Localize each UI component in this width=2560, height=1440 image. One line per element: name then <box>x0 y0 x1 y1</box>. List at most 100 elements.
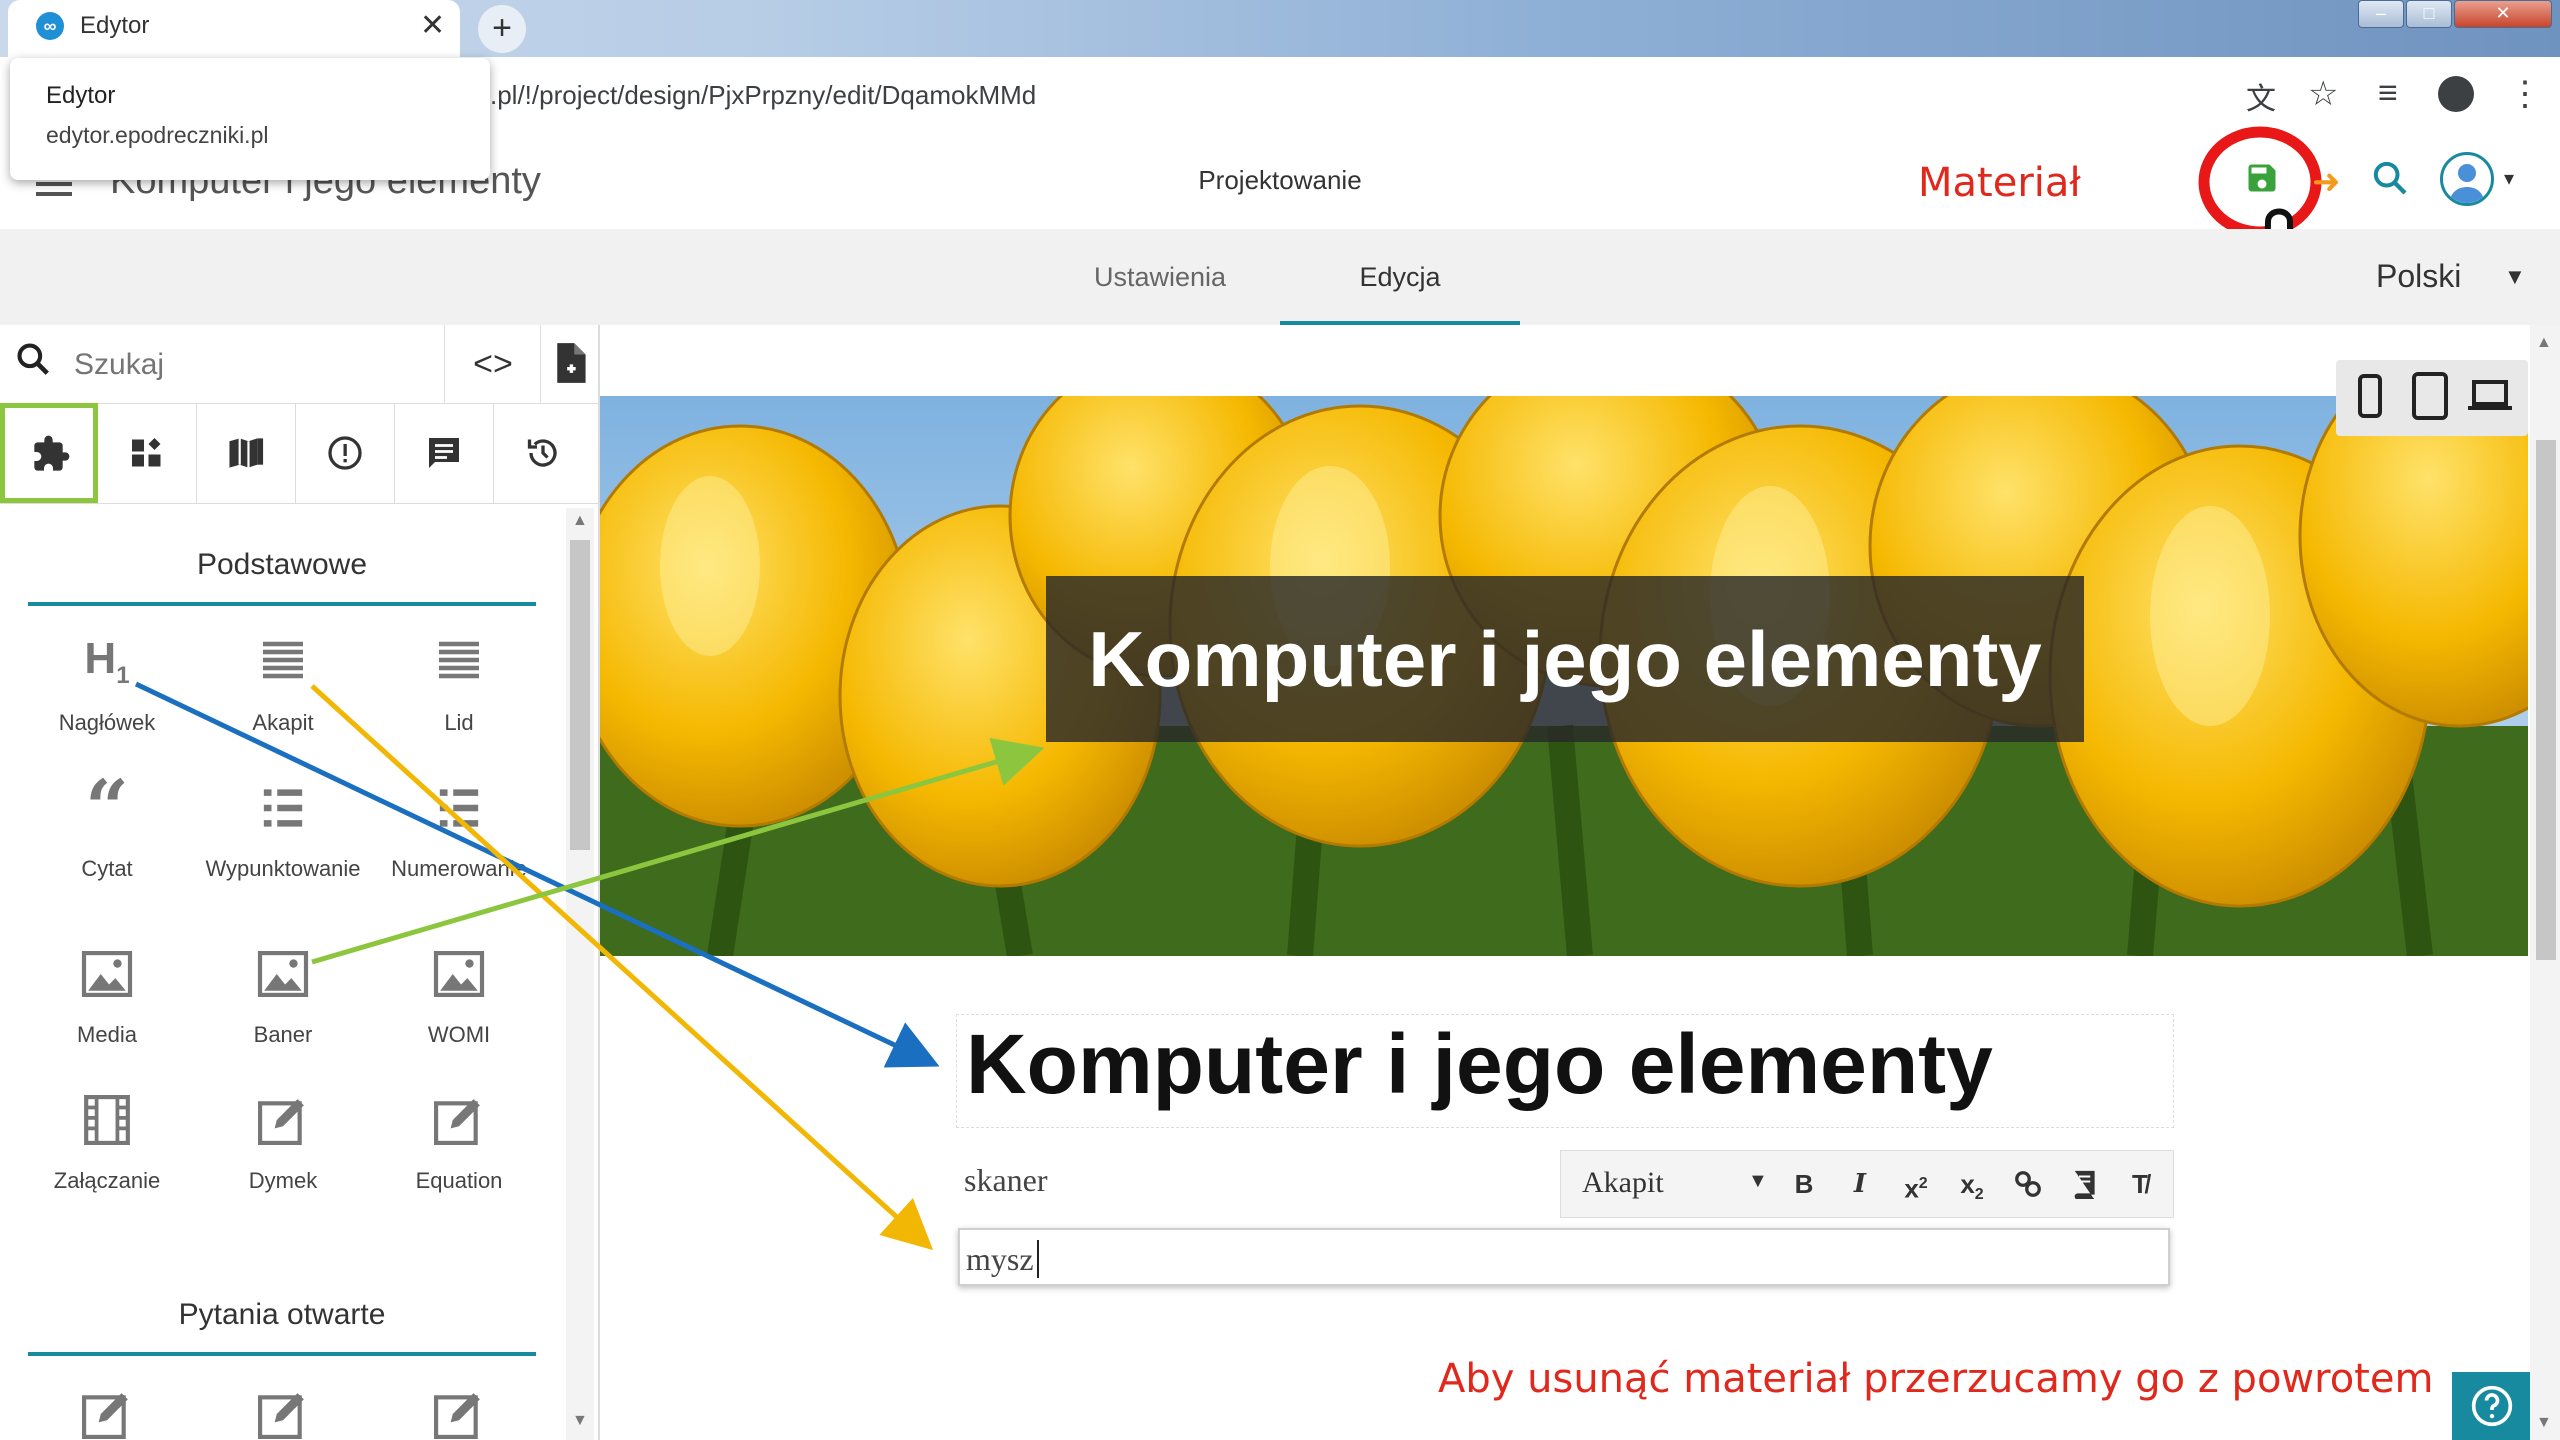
close-tab-icon[interactable]: ✕ <box>420 8 445 43</box>
banner-title[interactable]: Komputer i jego elementy <box>1046 576 2084 742</box>
url-field[interactable]: .pl/!/project/design/PjxPrpzny/edit/Dqam… <box>490 80 1036 111</box>
scroll-up-icon[interactable]: ▲ <box>572 512 588 530</box>
bookmark-star-icon[interactable]: ☆ <box>2308 74 2338 114</box>
tab-comments[interactable] <box>395 403 494 503</box>
tab-settings[interactable]: Ustawienia <box>1060 229 1260 325</box>
profile-icon[interactable] <box>2438 76 2474 112</box>
paragraph-skaner[interactable]: skaner <box>958 1148 1564 1212</box>
help-question-icon <box>2471 1385 2513 1427</box>
section-open-questions-heading: Pytania otwarte <box>28 1298 536 1356</box>
widget-lead[interactable]: Lid <box>370 632 548 736</box>
widget-bullet-list[interactable]: Wypunktowanie <box>194 778 372 882</box>
widget-label: WOMI <box>427 1022 491 1047</box>
phone-preview-icon[interactable] <box>2358 374 2382 418</box>
bold-icon[interactable]: B <box>1778 1162 1830 1206</box>
womi-image-icon <box>370 944 548 1004</box>
new-tab-button[interactable]: + <box>478 5 526 53</box>
tab-design[interactable]: Projektowanie <box>1093 140 1467 236</box>
widget-open-question-3[interactable] <box>370 1384 548 1440</box>
panel-search-icon <box>14 340 52 388</box>
link-icon[interactable] <box>2002 1162 2054 1206</box>
widget-open-question-2[interactable] <box>194 1384 372 1440</box>
equation-pencil-icon <box>370 1090 548 1150</box>
tab-edit[interactable]: Edycja <box>1280 229 1520 325</box>
panel-scrollbar-thumb[interactable] <box>570 540 590 850</box>
window-controls: – □ ✕ <box>2358 0 2554 30</box>
annotation-material-label: Materiał <box>1918 160 2081 206</box>
superscript-icon[interactable]: x2 <box>1890 1162 1942 1206</box>
tooltip-title: Edytor <box>46 82 116 109</box>
media-queue-icon[interactable]: ≡ <box>2378 74 2398 113</box>
italic-icon[interactable]: I <box>1834 1162 1886 1206</box>
widget-womi[interactable]: WOMI <box>370 944 548 1048</box>
widget-label: Nagłówek <box>58 710 156 735</box>
block-format-select[interactable]: Akapit <box>1562 1152 1774 1214</box>
minimize-icon[interactable]: – <box>2358 0 2404 28</box>
tab-layout[interactable] <box>98 403 197 503</box>
widget-label: Akapit <box>252 710 314 735</box>
text-caret <box>1037 1240 1039 1278</box>
tab-hover-tooltip: Edytor edytor.epodreczniki.pl <box>10 58 490 180</box>
annotation-hint-text: Aby usunąć materiał przerzucamy go z pow… <box>1438 1356 2434 1402</box>
widget-label: Media <box>77 1022 137 1047</box>
edit-pencil-icon <box>194 1384 372 1440</box>
quote-icon: “ <box>85 763 129 852</box>
import-file-button[interactable] <box>540 325 599 403</box>
tooltip-url: edytor.epodreczniki.pl <box>46 122 269 148</box>
scroll-down-icon[interactable]: ▼ <box>572 1412 588 1430</box>
help-button[interactable] <box>2452 1372 2532 1440</box>
browser-tab-title: Edytor <box>80 12 150 39</box>
canvas-scroll-up-icon[interactable]: ▲ <box>2536 334 2552 352</box>
tab-history[interactable] <box>494 403 592 503</box>
widget-label: Załączanie <box>53 1168 161 1193</box>
heading-h1-icon: H1 <box>84 634 130 689</box>
widget-open-question-1[interactable] <box>18 1384 196 1440</box>
browser-menu-icon[interactable]: ⋮ <box>2508 74 2542 114</box>
widget-paragraph[interactable]: Akapit <box>194 632 372 736</box>
widget-heading[interactable]: H1 Nagłówek <box>18 632 196 736</box>
widget-numbered-list[interactable]: Numerowanie <box>370 778 548 882</box>
subscript-icon[interactable]: x2 <box>1946 1162 1998 1206</box>
banner-image-icon <box>194 944 372 1004</box>
image-icon <box>18 944 196 1004</box>
section-basic-heading: Podstawowe <box>28 548 536 606</box>
widget-attachment[interactable]: Załączanie <box>18 1090 196 1194</box>
user-menu-chevron-icon[interactable]: ▾ <box>2504 166 2514 191</box>
format-select-chevron-icon[interactable]: ▼ <box>1748 1170 1768 1193</box>
tab-components[interactable] <box>0 403 98 503</box>
user-avatar-icon[interactable] <box>2440 152 2494 206</box>
panel-search-input[interactable] <box>72 344 436 386</box>
clear-format-icon[interactable]: T̸ <box>2114 1162 2166 1206</box>
code-view-button[interactable]: <> <box>444 325 541 403</box>
canvas-scroll-down-icon[interactable]: ▼ <box>2536 1414 2552 1432</box>
translate-icon[interactable]: 文 <box>2246 74 2276 118</box>
widget-label: Numerowanie <box>391 856 527 881</box>
save-icon[interactable] <box>2244 160 2280 196</box>
widget-label: Equation <box>415 1168 503 1193</box>
laptop-preview-icon[interactable] <box>2468 380 2512 412</box>
widget-label: Baner <box>253 1022 313 1047</box>
canvas-scrollbar-thumb[interactable] <box>2536 440 2556 960</box>
search-icon[interactable] <box>2370 158 2410 203</box>
film-icon <box>18 1090 196 1150</box>
site-favicon-icon: ∞ <box>36 12 64 40</box>
paragraph-mysz-editing[interactable]: mysz <box>958 1228 2170 1286</box>
widget-media[interactable]: Media <box>18 944 196 1048</box>
widget-equation[interactable]: Equation <box>370 1090 548 1194</box>
widget-tooltip[interactable]: Dymek <box>194 1090 372 1194</box>
heading-text[interactable]: Komputer i jego elementy <box>966 1016 1993 1113</box>
tab-library[interactable] <box>197 403 296 503</box>
tablet-preview-icon[interactable] <box>2412 372 2448 420</box>
maximize-icon[interactable]: □ <box>2406 0 2452 28</box>
close-window-icon[interactable]: ✕ <box>2454 0 2552 28</box>
widget-banner[interactable]: Baner <box>194 944 372 1048</box>
tab-warnings[interactable] <box>296 403 395 503</box>
edit-pencil-icon <box>370 1384 548 1440</box>
language-select[interactable]: Polski <box>2376 258 2461 295</box>
widget-label: Lid <box>444 710 474 735</box>
language-chevron-icon[interactable]: ▼ <box>2504 264 2526 290</box>
browser-tab[interactable] <box>8 0 460 57</box>
glossary-book-icon[interactable] <box>2058 1162 2110 1206</box>
widget-quote[interactable]: “ Cytat <box>18 763 196 882</box>
publish-arrow-icon[interactable]: ➜ <box>2312 162 2341 202</box>
